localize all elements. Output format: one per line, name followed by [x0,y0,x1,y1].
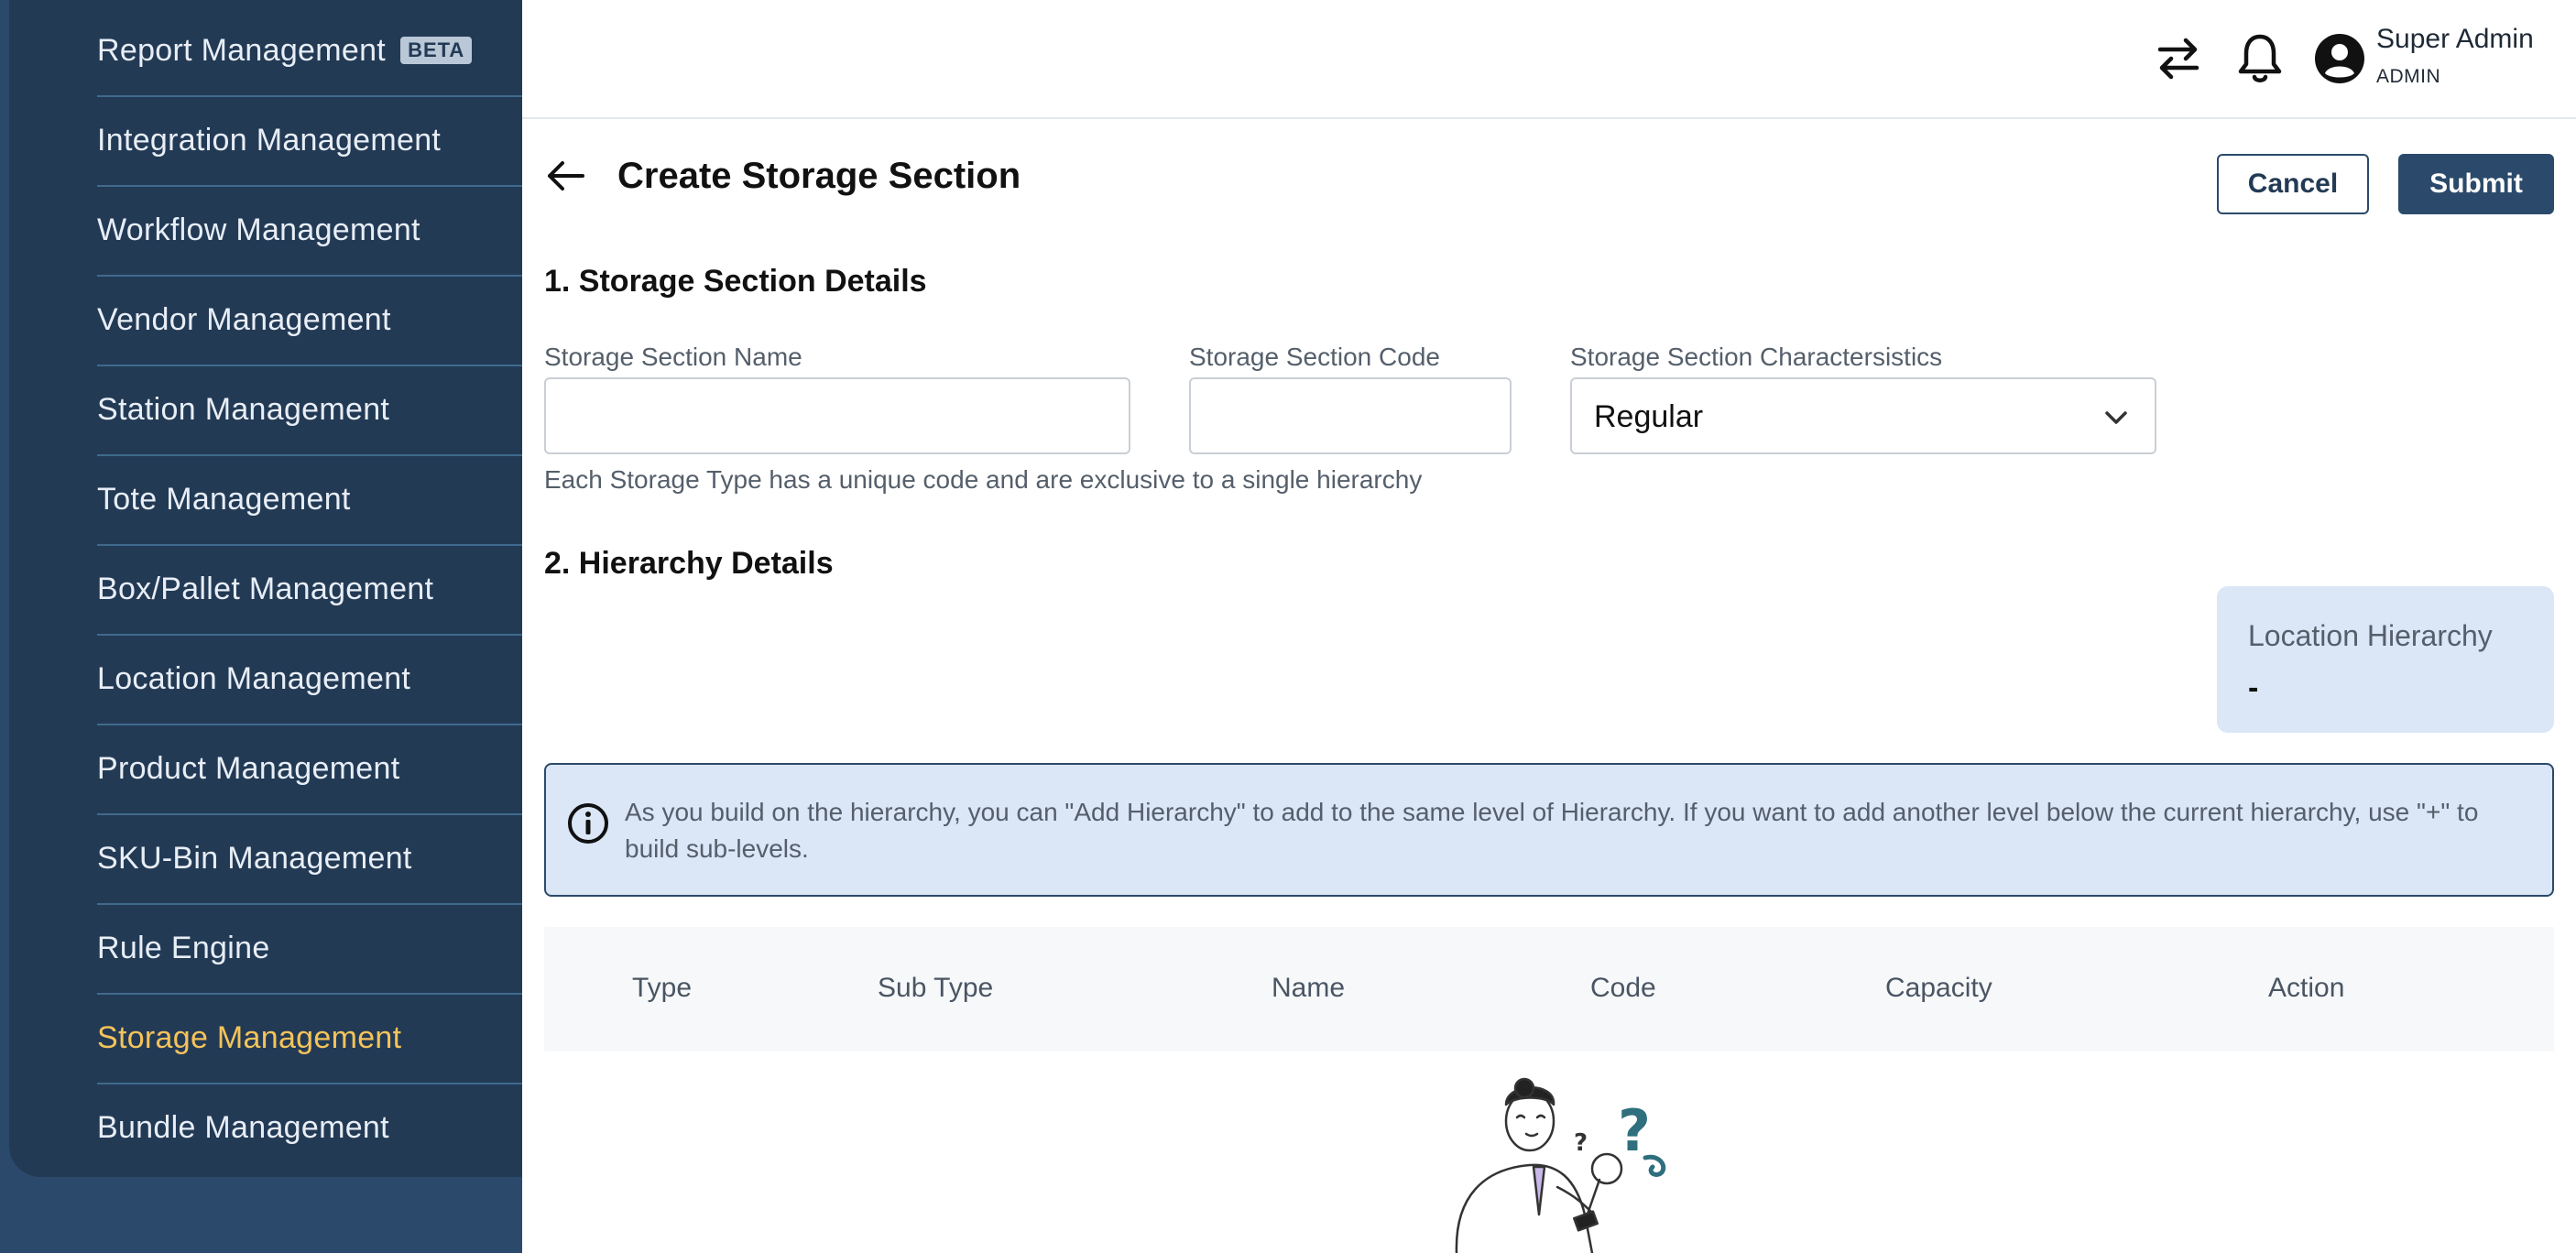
sidebar-item-station-management[interactable]: Station Management [97,365,531,456]
sidebar-item-label: Station Management [97,391,390,427]
sidebar-item-storage-management[interactable]: Storage Management [97,993,531,1084]
sidebar-item-vendor-management[interactable]: Vendor Management [97,275,531,366]
sidebar-item-bundle-management[interactable]: Bundle Management [97,1083,531,1172]
sidebar-item-box-pallet-management[interactable]: Box/Pallet Management [97,544,531,636]
sidebar-item-label: Workflow Management [97,212,420,247]
storage-section-name-label: Storage Section Name [544,343,802,371]
select-value: Regular [1594,399,1704,434]
svg-text:?: ? [1574,1129,1588,1157]
section-heading-storage-details: 1. Storage Section Details [544,264,927,299]
info-banner: As you build on the hierarchy, you can "… [544,763,2554,897]
chevron-down-icon [2105,411,2127,424]
location-hierarchy-card: Location Hierarchy - [2217,586,2554,733]
storage-section-code-input[interactable] [1189,377,1512,454]
info-text: As you build on the hierarchy, you can "… [625,798,2479,863]
sidebar-item-sku-bin-management[interactable]: SKU-Bin Management [97,813,531,905]
sidebar-item-label: Bundle Management [97,1109,389,1145]
swap-icon[interactable] [2153,33,2204,84]
storage-section-characteristics-select[interactable]: Regular [1570,377,2156,454]
storage-section-name-input[interactable] [544,377,1130,454]
column-header-action: Action [2268,973,2345,1003]
sidebar-item-label: Vendor Management [97,301,391,337]
svg-text:?: ? [1618,1097,1651,1164]
location-hierarchy-value: - [2248,670,2259,705]
submit-button[interactable]: Submit [2398,154,2554,214]
sidebar-item-report-management[interactable]: Report Management BETA [97,5,531,97]
column-header-capacity: Capacity [1885,973,1992,1003]
section-heading-hierarchy-details: 2. Hierarchy Details [544,546,834,581]
user-role: ADMIN [2376,66,2441,87]
sidebar-item-label: Box/Pallet Management [97,571,434,606]
bell-icon[interactable] [2235,31,2285,86]
storage-section-characteristics-label: Storage Section Charactersistics [1570,343,1943,371]
storage-section-code-label: Storage Section Code [1189,343,1440,371]
sidebar-item-label: Product Management [97,750,400,786]
user-avatar-icon[interactable] [2314,33,2365,84]
sidebar-item-integration-management[interactable]: Integration Management [97,95,531,187]
column-header-sub-type: Sub Type [878,973,994,1003]
beta-badge: BETA [400,37,473,64]
sidebar-item-workflow-management[interactable]: Workflow Management [97,185,531,277]
sidebar-item-product-management[interactable]: Product Management [97,724,531,815]
empty-state-illustration: ? ? [1455,1077,1666,1253]
sidebar-item-label: Integration Management [97,122,442,158]
sidebar-item-label: Tote Management [97,481,351,517]
back-arrow-icon[interactable] [544,158,586,194]
column-header-type: Type [632,973,693,1003]
sidebar-item-label: Storage Management [97,1019,402,1055]
sidebar-item-label: Report Management [97,32,387,68]
table-header: Type Sub Type Name Code Capacity Action [544,927,2554,1051]
cancel-button[interactable]: Cancel [2217,154,2369,214]
info-icon [568,803,608,844]
sidebar-item-location-management[interactable]: Location Management [97,634,531,725]
sidebar-item-rule-engine[interactable]: Rule Engine [97,903,531,995]
column-header-code: Code [1590,973,1656,1003]
column-header-name: Name [1272,973,1346,1003]
helper-text: Each Storage Type has a unique code and … [544,465,1423,494]
page-title: Create Storage Section [617,156,1021,196]
sidebar-item-tote-management[interactable]: Tote Management [97,454,531,546]
user-name: Super Admin [2376,24,2534,54]
location-hierarchy-title: Location Hierarchy [2248,619,2493,652]
sidebar-item-label: Rule Engine [97,930,270,965]
sidebar-item-label: SKU-Bin Management [97,840,412,876]
sidebar-item-label: Location Management [97,660,411,696]
sidebar: Report Management BETA Integration Manag… [9,0,531,1177]
